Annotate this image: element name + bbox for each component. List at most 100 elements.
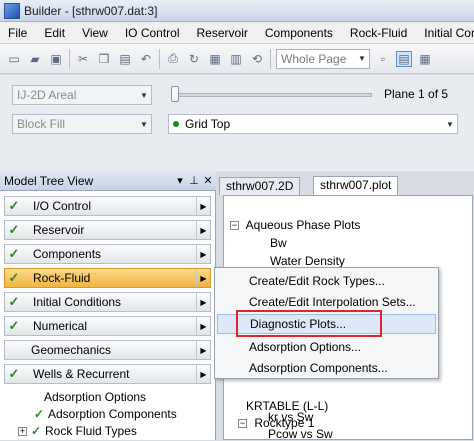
fit-icon[interactable]: ▫	[375, 51, 391, 67]
model-tree-title: Model Tree View	[4, 173, 94, 188]
toolbar-divider	[159, 48, 160, 69]
module-label: I/O Control	[33, 199, 92, 213]
chevron-down-icon: ▼	[140, 119, 148, 129]
plane-slider-thumb[interactable]	[171, 86, 179, 102]
chevron-right-icon[interactable]: ▶	[196, 365, 210, 383]
check-icon: ✓	[8, 366, 20, 381]
menu-edit[interactable]: Edit	[36, 26, 74, 40]
menu-item-label: Adsorption Components...	[249, 361, 388, 375]
app-icon	[4, 2, 20, 19]
title-bar: Builder - [sthrw007.dat:3]	[0, 0, 474, 22]
plot-view-icon[interactable]: ▤	[396, 50, 412, 67]
paste-icon[interactable]: ▤	[117, 51, 133, 67]
tree-item-adsorption-options[interactable]: Adsorption Options	[44, 390, 146, 404]
properties-icon[interactable]: ▦	[207, 51, 223, 67]
chevron-down-icon[interactable]: ▾	[174, 174, 186, 187]
module-label: Rock-Fluid	[33, 271, 91, 285]
collapse-icon[interactable]: −	[238, 419, 247, 429]
undo-icon[interactable]: ↶	[138, 51, 154, 67]
cut-icon[interactable]: ✂	[75, 51, 91, 67]
plot-tree-aqueous[interactable]: − Aqueous Phase Plots	[230, 218, 360, 232]
zoom-select-value: Whole Page	[281, 51, 347, 66]
tab-label: sthrw007.2D	[226, 179, 294, 193]
pin-icon[interactable]: ⊥	[188, 174, 200, 187]
rotate-icon[interactable]: ⟲	[249, 51, 265, 67]
module-wells-recurrent[interactable]: ✓ Wells & Recurrent ▶	[4, 364, 211, 384]
menu-io-control[interactable]: IO Control	[117, 26, 189, 40]
layer-value: Grid Top	[185, 117, 231, 131]
layer-select[interactable]: Grid Top ▼	[168, 114, 458, 134]
tab-sthrw007-2d[interactable]: sthrw007.2D	[219, 177, 301, 195]
new-file-icon[interactable]: ▭	[6, 51, 22, 67]
plot-tree-bw[interactable]: Bw	[270, 236, 287, 250]
menu-item-label: Adsorption Options...	[249, 340, 362, 354]
tree-item-adsorption-components[interactable]: ✓ Adsorption Components	[34, 407, 177, 421]
fill-mode-select[interactable]: Block Fill ▼	[12, 114, 152, 134]
view-mode-select[interactable]: IJ-2D Areal ▼	[12, 85, 152, 105]
module-label: Numerical	[33, 319, 88, 333]
window-title: Builder - [sthrw007.dat:3]	[24, 3, 158, 18]
check-icon: ✓	[34, 407, 45, 421]
menu-item-adsorption-options[interactable]: Adsorption Options...	[217, 337, 436, 357]
module-rock-fluid[interactable]: ✓ Rock-Fluid ▶	[4, 268, 211, 288]
model-tree-panel: Model Tree View ▾ ⊥ ✕ ✓ I/O Control ▶ ✓ …	[0, 171, 216, 440]
expand-icon[interactable]: +	[18, 426, 27, 436]
zoom-select[interactable]: Whole Page ▼	[276, 48, 370, 69]
menu-reservoir[interactable]: Reservoir	[189, 26, 257, 40]
menu-item-create-interpolation-sets[interactable]: Create/Edit Interpolation Sets...	[217, 292, 436, 312]
print-icon[interactable]: ⎙	[165, 51, 181, 67]
chevron-right-icon[interactable]: ▶	[196, 317, 210, 335]
tree-item-label: Rock Fluid Types	[45, 424, 137, 438]
check-icon: ✓	[8, 294, 20, 309]
check-icon: ✓	[8, 246, 20, 261]
chevron-right-icon[interactable]: ▶	[196, 341, 210, 359]
refresh-icon[interactable]: ↻	[186, 51, 202, 67]
menu-initial-conditions[interactable]: Initial Conditi	[416, 26, 474, 40]
plane-slider[interactable]	[172, 93, 372, 97]
chevron-right-icon[interactable]: ▶	[196, 245, 210, 263]
plane-label: Plane 1 of 5	[384, 87, 449, 101]
tree-item-rock-fluid-types[interactable]: + ✓ Rock Fluid Types	[18, 424, 137, 438]
plot-tree-pcow-vs-sw[interactable]: Pcow vs Sw	[268, 427, 333, 441]
menu-components[interactable]: Components	[257, 26, 342, 40]
chevron-right-icon[interactable]: ▶	[196, 197, 210, 215]
menu-item-create-rock-types[interactable]: Create/Edit Rock Types...	[217, 271, 436, 291]
toolbar-divider	[69, 48, 70, 69]
fill-mode-value: Block Fill	[17, 117, 66, 131]
table-icon[interactable]: ▥	[228, 51, 244, 67]
module-label: Reservoir	[33, 223, 85, 237]
tab-sthrw007-plot[interactable]: sthrw007.plot	[313, 176, 399, 196]
tree-item-label: Bw	[270, 236, 287, 250]
menu-view[interactable]: View	[74, 26, 117, 40]
plot-tree-kr-vs-sw[interactable]: kr vs Sw	[268, 410, 313, 424]
module-label: Components	[33, 247, 102, 261]
tab-label: sthrw007.plot	[320, 178, 392, 192]
tree-item-label: Adsorption Options	[44, 390, 147, 404]
menu-rock-fluid[interactable]: Rock-Fluid	[342, 26, 416, 40]
collapse-icon[interactable]: −	[230, 221, 239, 231]
menu-item-label: Create/Edit Interpolation Sets...	[249, 295, 416, 309]
check-icon: ✓	[8, 222, 20, 237]
save-icon[interactable]: ▣	[48, 51, 64, 67]
module-components[interactable]: ✓ Components ▶	[4, 244, 211, 264]
check-icon: ✓	[8, 198, 20, 213]
module-initial-conditions[interactable]: ✓ Initial Conditions ▶	[4, 292, 211, 312]
chevron-right-icon[interactable]: ▶	[196, 221, 210, 239]
toolbar-divider	[270, 48, 271, 69]
open-folder-icon[interactable]: ▰	[27, 51, 43, 67]
module-numerical[interactable]: ✓ Numerical ▶	[4, 316, 211, 336]
chevron-right-icon[interactable]: ▶	[196, 293, 210, 311]
module-geomechanics[interactable]: Geomechanics ▶	[4, 340, 211, 360]
module-reservoir[interactable]: ✓ Reservoir ▶	[4, 220, 211, 240]
status-dot-icon	[173, 121, 179, 127]
copy-icon[interactable]: ❐	[96, 51, 112, 67]
menu-item-adsorption-components[interactable]: Adsorption Components...	[217, 358, 436, 378]
module-io-control[interactable]: ✓ I/O Control ▶	[4, 196, 211, 216]
plot-tree-water-density[interactable]: Water Density	[270, 254, 345, 268]
menu-file[interactable]: File	[0, 26, 36, 40]
chevron-down-icon: ▼	[446, 119, 454, 129]
grid-view-icon[interactable]: ▦	[417, 51, 433, 67]
menu-item-label: Create/Edit Rock Types...	[249, 274, 385, 288]
close-icon[interactable]: ✕	[202, 174, 214, 187]
chevron-right-icon[interactable]: ▶	[196, 269, 210, 287]
